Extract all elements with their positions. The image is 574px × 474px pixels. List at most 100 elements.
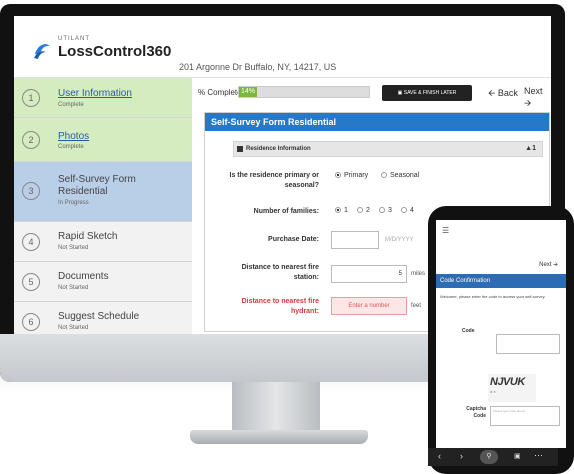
phone-code-label: Code	[462, 328, 475, 334]
browser-forward-icon[interactable]: ›	[460, 451, 463, 461]
purchase-date-input[interactable]	[331, 231, 379, 249]
phone-title: Code Confirmation	[436, 274, 566, 288]
save-finish-later-button[interactable]: ▣ SAVE & FINISH LATER	[382, 85, 472, 101]
question-families: Number of families:	[253, 208, 319, 215]
radio-families-2[interactable]	[357, 207, 363, 214]
save-label: SAVE & FINISH LATER	[403, 90, 457, 96]
step-label: Documents	[58, 271, 109, 282]
progress-bar: 14%	[238, 86, 370, 98]
families-label-4: 4	[410, 207, 414, 214]
warning-badge: ▲1	[525, 142, 536, 156]
back-arrow-icon: 🡨	[488, 88, 498, 98]
step-user-information[interactable]: 1 User Information Complete	[14, 78, 192, 118]
purchase-date-placeholder: M/D/YYYY	[385, 237, 414, 243]
phone-browser-nav: ‹ › ⚲ ▣ ⋯	[428, 448, 558, 466]
progress-label: % Complete	[198, 88, 242, 97]
step-suggest-schedule[interactable]: 6 Suggest Schedule Not Started	[14, 302, 192, 334]
families-option-3[interactable]: 3	[379, 207, 392, 214]
property-address: 201 Argonne Dr Buffalo, NY, 14217, US	[179, 62, 337, 72]
browser-menu-icon[interactable]: ⋯	[534, 450, 543, 461]
captcha-refresh-icon[interactable]: ⚙ ↻	[490, 390, 496, 394]
monitor-stand-neck	[232, 382, 320, 434]
step-status: In Progress	[58, 200, 89, 206]
app-header: UTILANT LossControl360 201 Argonne Dr Bu…	[14, 16, 551, 78]
brand-name: LossControl360	[58, 43, 172, 60]
hydrant-unit: feet	[411, 303, 422, 309]
step-photos[interactable]: 2 Photos Complete	[14, 118, 192, 162]
product-mockup: UTILANT LossControl360 201 Argonne Dr Bu…	[0, 0, 574, 474]
back-label: Back	[497, 88, 518, 98]
step-number: 5	[22, 273, 40, 291]
radio-families-3[interactable]	[379, 207, 385, 214]
fire-station-unit: miles	[411, 271, 426, 277]
captcha-text: NJVUK	[490, 376, 525, 388]
progress-fill: 14%	[239, 87, 258, 97]
phone-code-input[interactable]	[496, 334, 560, 354]
step-status: Complete	[58, 102, 84, 108]
back-button[interactable]: 🡨 Back	[488, 86, 518, 102]
phone-screen: ☰ Next 🡪 Code Confirmation Welcome, plea…	[436, 220, 566, 448]
question-purchase-date: Purchase Date:	[268, 236, 319, 243]
phone-captcha-label: Captcha Code	[466, 406, 486, 419]
phone-next-arrow-icon: 🡪	[551, 262, 558, 268]
step-documents[interactable]: 5 Documents Not Started	[14, 262, 192, 302]
fire-station-input[interactable]: 5	[331, 265, 407, 283]
steps-sidebar: 1 User Information Complete 2 Photos Com…	[14, 78, 192, 334]
option-seasonal-label: Seasonal	[390, 172, 420, 179]
section-header[interactable]: Residence Information ▲1	[233, 141, 543, 157]
step-label: Suggest Schedule	[58, 311, 140, 322]
browser-search-icon[interactable]: ⚲	[480, 450, 498, 464]
next-label: Next	[524, 86, 543, 96]
hamburger-icon[interactable]: ☰	[442, 226, 449, 235]
question-hydrant: Distance to nearest fire hydrant:	[241, 298, 319, 315]
question-primary: Is the residence primary or seasonal?	[229, 172, 319, 189]
option-primary[interactable]: Primary	[335, 172, 368, 179]
step-rapid-sketch[interactable]: 4 Rapid Sketch Not Started	[14, 222, 192, 262]
brand-tagline: UTILANT	[58, 36, 91, 42]
logo-icon	[34, 44, 50, 59]
phone-welcome-text: Welcome, please enter the code to access…	[440, 294, 546, 299]
families-label-1: 1	[344, 207, 348, 214]
monitor-stand-foot	[190, 430, 368, 444]
next-button[interactable]: Next 🡪	[524, 86, 551, 112]
option-primary-label: Primary	[344, 172, 369, 179]
warning-count: 1	[532, 145, 536, 152]
step-number: 6	[22, 313, 40, 331]
step-number: 4	[22, 233, 40, 251]
browser-tabs-icon[interactable]: ▣	[514, 452, 521, 460]
radio-families-1[interactable]	[335, 207, 341, 214]
families-label-3: 3	[388, 207, 392, 214]
hydrant-input[interactable]: Enter a number	[331, 297, 407, 315]
step-number: 1	[22, 89, 40, 107]
step-label: Rapid Sketch	[58, 231, 118, 242]
step-label: Self-Survey Form Residential	[58, 174, 136, 197]
step-number: 2	[22, 131, 40, 149]
step-self-survey[interactable]: 3 Self-Survey Form Residential In Progre…	[14, 162, 192, 222]
phone-captcha-input[interactable]: Please type code above	[490, 406, 560, 426]
families-label-2: 2	[366, 207, 370, 214]
step-status: Not Started	[58, 325, 89, 331]
families-option-1[interactable]: 1	[335, 207, 348, 214]
step-label[interactable]: Photos	[58, 131, 89, 142]
captcha-image: NJVUK ⚙ ↻	[488, 374, 536, 402]
section-title: Residence Information	[246, 146, 311, 152]
next-arrow-icon: 🡪	[524, 98, 532, 108]
step-number: 3	[22, 182, 40, 200]
question-fire-station: Distance to nearest fire station:	[241, 264, 319, 281]
option-seasonal[interactable]: Seasonal	[381, 172, 419, 179]
phone-device: ☰ Next 🡪 Code Confirmation Welcome, plea…	[428, 206, 574, 474]
phone-next-button[interactable]: Next 🡪	[539, 260, 558, 270]
phone-next-label: Next	[539, 262, 552, 268]
step-status: Complete	[58, 144, 84, 150]
step-status: Not Started	[58, 245, 89, 251]
radio-primary[interactable]	[335, 172, 341, 179]
step-status: Not Started	[58, 285, 89, 291]
families-option-2[interactable]: 2	[357, 207, 370, 214]
collapse-icon[interactable]	[237, 146, 243, 152]
step-label[interactable]: User Information	[58, 88, 132, 99]
families-option-4[interactable]: 4	[401, 207, 414, 214]
form-title: Self-Survey Form Residential	[205, 113, 549, 131]
browser-back-icon[interactable]: ‹	[438, 451, 441, 461]
radio-seasonal[interactable]	[381, 172, 387, 179]
radio-families-4[interactable]	[401, 207, 407, 214]
